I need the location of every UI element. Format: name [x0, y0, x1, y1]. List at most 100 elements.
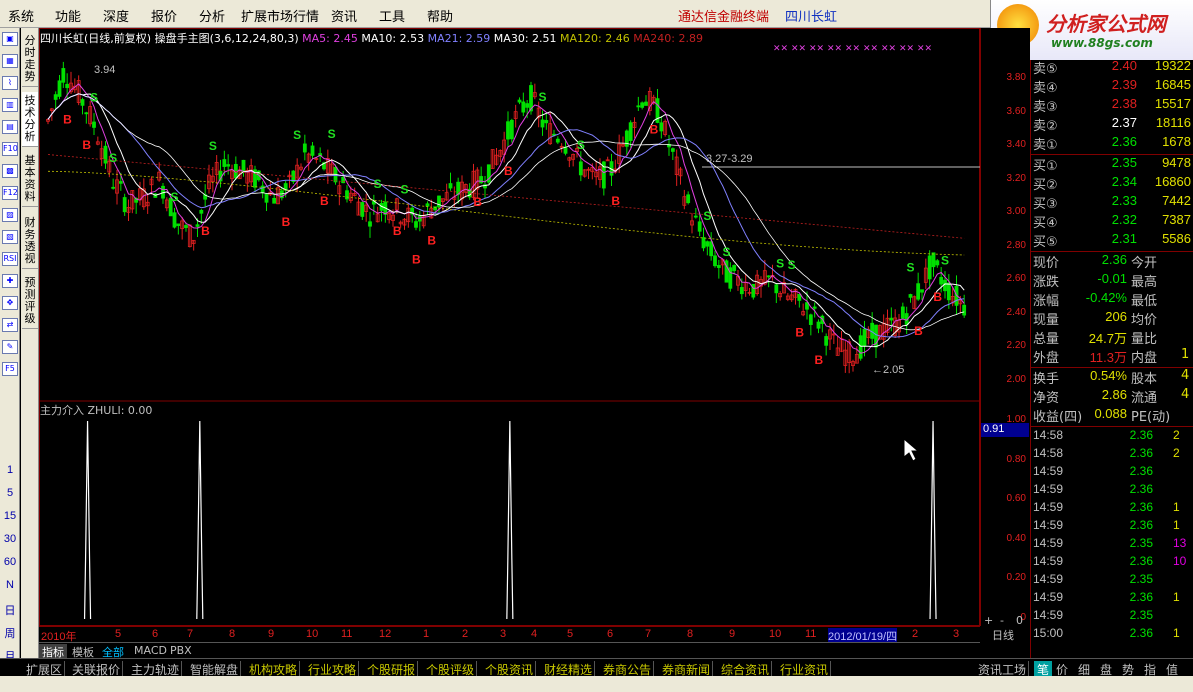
vtab-1[interactable]: 技术分析: [22, 92, 38, 147]
vtab-2[interactable]: 基本资料: [22, 152, 38, 207]
ask-label: 卖⑤: [1033, 62, 1058, 77]
zoom-button[interactable]: -: [1000, 614, 1004, 627]
sell-signal: S: [171, 190, 179, 204]
bid-volume: 7387: [1162, 212, 1191, 227]
period-button[interactable]: 30: [0, 533, 20, 545]
candle: [210, 166, 215, 193]
zoom-button[interactable]: 0: [1016, 614, 1023, 627]
time-tick: 5: [115, 628, 122, 640]
menu-function[interactable]: 功能: [55, 6, 81, 25]
candle: [302, 134, 307, 161]
ask-price: 2.37: [1111, 115, 1137, 130]
indicator-tab[interactable]: PBX: [167, 644, 195, 657]
signal-mark: ✕✕: [899, 44, 914, 54]
bid-label: 买①: [1033, 159, 1058, 174]
ask-price: 2.38: [1111, 96, 1137, 111]
candle: [122, 193, 127, 216]
quote-label-2: 量比: [1131, 332, 1158, 347]
toolbar-icon[interactable]: F10: [2, 142, 18, 156]
candle: [582, 169, 587, 178]
toolbar-icon[interactable]: ▧: [2, 230, 18, 244]
candle: [747, 287, 752, 296]
toolbar-icon[interactable]: ▩: [2, 164, 18, 178]
bid-price: 2.35: [1111, 155, 1137, 170]
toolbar-icon[interactable]: F5: [2, 362, 18, 376]
period-button[interactable]: 5: [0, 487, 20, 499]
low-label: ←2.05: [872, 364, 904, 376]
toolbar-icon[interactable]: ▥: [2, 98, 18, 112]
ask-volume: 18116: [1155, 115, 1191, 130]
vtab-4[interactable]: 预测评级: [22, 274, 38, 329]
candle: [76, 75, 81, 106]
candle: [260, 181, 265, 199]
tick-row: 14:59 2.36 1: [1033, 500, 1193, 518]
candle: [716, 259, 721, 279]
toolbar-icon[interactable]: ✎: [2, 340, 18, 354]
candle: [736, 269, 740, 291]
candle: [249, 158, 254, 187]
candle: [647, 87, 652, 116]
ask-label: 卖②: [1033, 119, 1058, 134]
time-tick: 4: [531, 628, 538, 640]
menu-system[interactable]: 系统: [8, 6, 34, 25]
buy-signal: B: [63, 113, 72, 127]
period-button[interactable]: N: [0, 579, 20, 591]
period-button[interactable]: 15: [0, 510, 20, 522]
toolbar-icon[interactable]: RSI: [2, 252, 18, 266]
indicator-tab[interactable]: MACD: [131, 644, 170, 657]
menu-help[interactable]: 帮助: [427, 6, 453, 25]
candle: [368, 211, 372, 238]
ask-label: 卖③: [1033, 100, 1058, 115]
menu-news[interactable]: 资讯: [331, 6, 357, 25]
toolbar-icon[interactable]: ✥: [2, 296, 18, 310]
vtab-3[interactable]: 财务透视: [22, 214, 38, 269]
price-tick: 3.80: [1006, 72, 1026, 84]
sell-signal: S: [401, 182, 409, 196]
candle: [586, 166, 591, 179]
time-tick: 8: [229, 628, 236, 640]
buy-signal: B: [473, 195, 482, 209]
time-tick: 3: [953, 628, 960, 640]
logo-url: www.88gs.com: [1051, 36, 1153, 50]
toolbar-icon[interactable]: ⌇: [2, 76, 18, 90]
period-button[interactable]: 1: [0, 464, 20, 476]
candle: [624, 129, 629, 156]
menu-extended-market[interactable]: 扩展市场行情: [241, 6, 319, 25]
sub-tick: 0.60: [1006, 493, 1026, 505]
sell-signal: S: [941, 254, 949, 268]
menu-tools[interactable]: 工具: [379, 6, 405, 25]
candle: [237, 166, 242, 180]
menu-depth[interactable]: 深度: [103, 6, 129, 25]
toolbar-icon[interactable]: F12: [2, 186, 18, 200]
quote-value: 0.088: [1094, 406, 1127, 421]
candle: [498, 149, 503, 163]
menu-analysis[interactable]: 分析: [199, 6, 225, 25]
period-button[interactable]: 日: [0, 602, 20, 618]
toolbar-icon[interactable]: ▤: [2, 120, 18, 134]
toolbar-icon[interactable]: ✚: [2, 274, 18, 288]
candle: [264, 193, 269, 211]
menu-quotes[interactable]: 报价: [151, 6, 177, 25]
ask-price: 2.39: [1111, 77, 1137, 92]
toolbar-icon[interactable]: ▣: [2, 32, 18, 46]
price-tick: 3.20: [1006, 172, 1026, 184]
period-button[interactable]: 60: [0, 556, 20, 568]
vtab-0[interactable]: 分时走势: [22, 32, 38, 87]
quote-row: 涨跌 -0.01 最高: [1033, 271, 1193, 290]
time-tick: 2: [462, 628, 469, 640]
toolbar-icon[interactable]: ▨: [2, 208, 18, 222]
candle: [456, 177, 461, 204]
toolbar-icon[interactable]: ▦: [2, 54, 18, 68]
kline-chart[interactable]: B B B B B B B B B B B B B B B B S S S S S S S S S S S S S S S S 3.94 ←2.0…: [39, 28, 980, 626]
candle: [506, 111, 510, 147]
candle: [962, 294, 967, 318]
period-button[interactable]: 周: [0, 625, 20, 641]
zoom-button[interactable]: +: [984, 614, 993, 627]
high-label: 3.94: [94, 64, 115, 76]
tick-time: 14:59: [1033, 572, 1064, 586]
candle: [900, 302, 905, 320]
candle: [141, 178, 146, 210]
toolbar-icon[interactable]: ⇄: [2, 318, 18, 332]
ask-volume: 1678: [1162, 134, 1191, 149]
bid-volume: 5586: [1162, 231, 1191, 246]
